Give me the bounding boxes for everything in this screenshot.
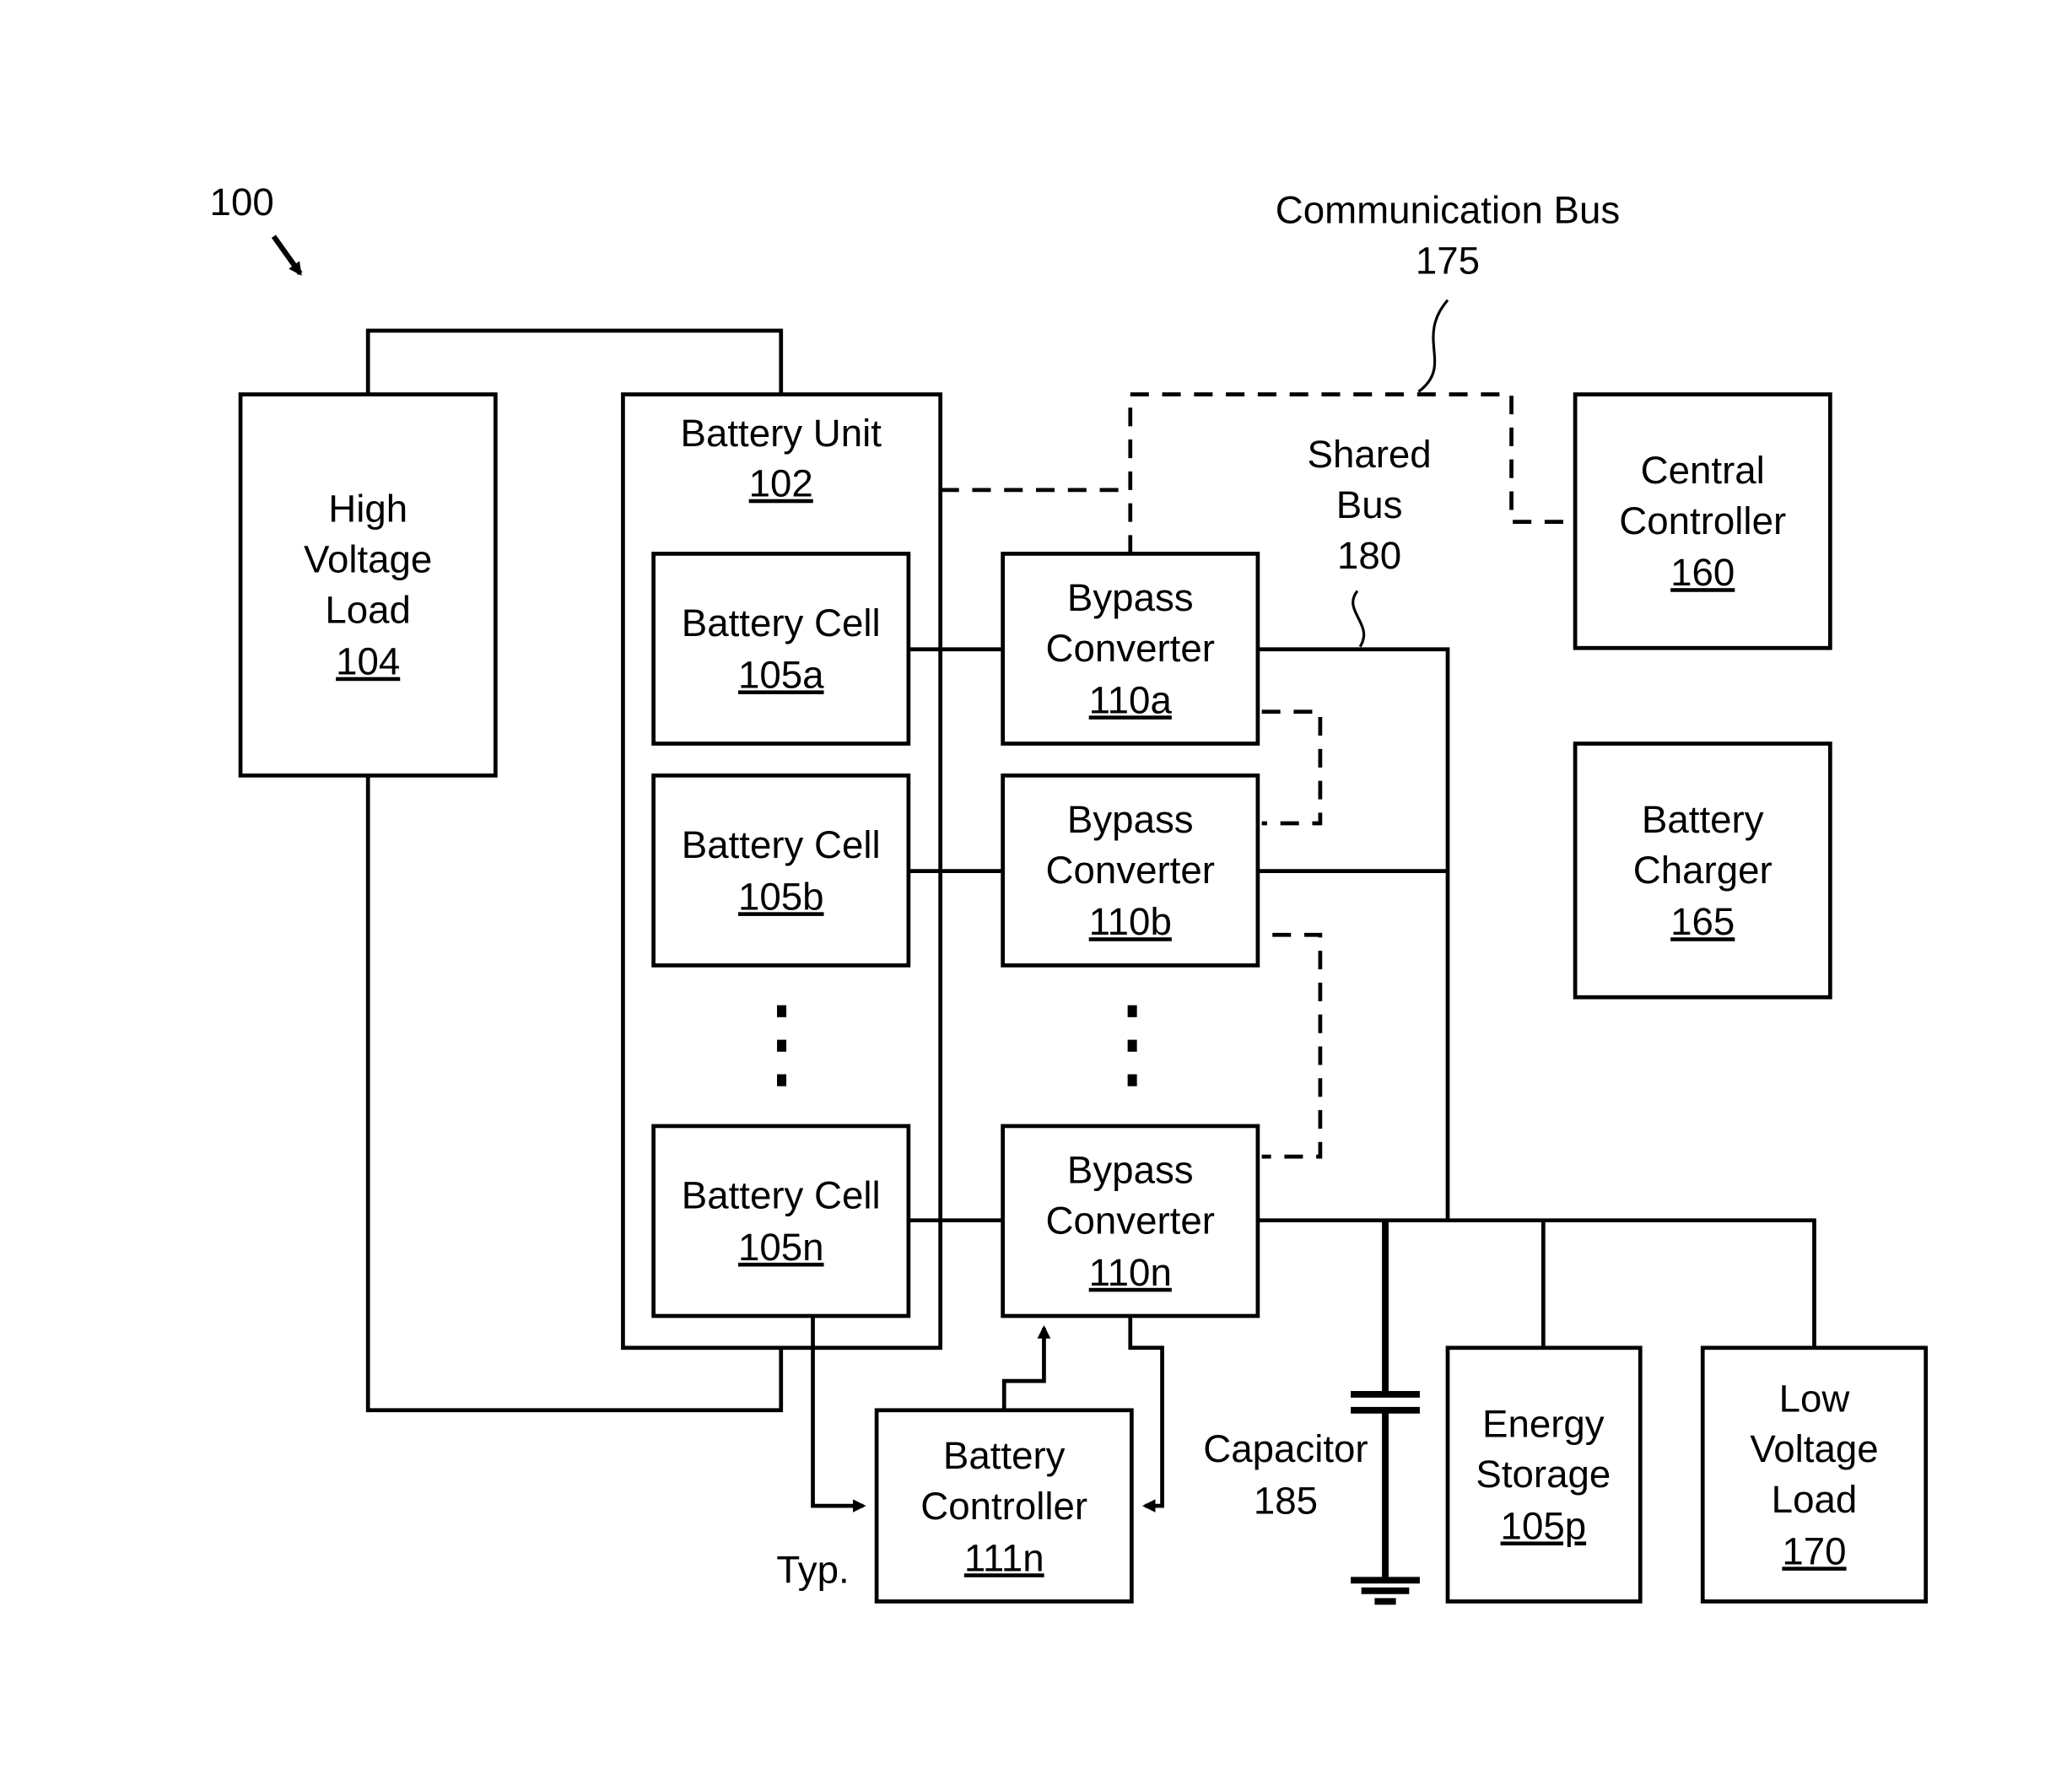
battery-unit-label: Battery Unit bbox=[681, 412, 882, 455]
lv-load-line2: Voltage bbox=[1750, 1427, 1878, 1470]
central-controller-line2: Controller bbox=[1619, 499, 1786, 542]
battery-unit-ref: 102 bbox=[749, 462, 813, 505]
battery-charger-line2: Charger bbox=[1633, 849, 1773, 892]
lv-load-ref: 170 bbox=[1782, 1529, 1846, 1572]
cell-n-ref: 105n bbox=[738, 1226, 824, 1269]
hv-load-line3: Load bbox=[325, 588, 411, 631]
hv-load-ref: 104 bbox=[336, 640, 400, 683]
bypass-converter-b: Bypass Converter 110b bbox=[1001, 773, 1260, 968]
battery-charger-ref: 165 bbox=[1670, 900, 1735, 943]
controller-to-converter-wire bbox=[1001, 1325, 1051, 1410]
high-voltage-load-block: High Voltage Load 104 bbox=[238, 392, 498, 778]
hv-load-line1: High bbox=[328, 488, 407, 531]
conv-n-ref: 110n bbox=[1089, 1251, 1172, 1294]
cell-a-label: Battery Cell bbox=[682, 601, 881, 644]
conv-b-line1: Bypass bbox=[1067, 798, 1194, 841]
bypass-converter-a: Bypass Converter 110a bbox=[1001, 552, 1260, 746]
energy-storage-ref: 105p bbox=[1501, 1504, 1587, 1547]
converter-ellipsis bbox=[1127, 1005, 1137, 1086]
capacitor-ref: 185 bbox=[1254, 1480, 1318, 1523]
central-controller-block: Central Controller 160 bbox=[1573, 392, 1832, 650]
energy-storage-block: Energy Storage 105p bbox=[1445, 1345, 1643, 1604]
cell-n-label: Battery Cell bbox=[682, 1174, 881, 1217]
conv-n-line2: Converter bbox=[1046, 1199, 1215, 1242]
central-controller-ref: 160 bbox=[1670, 551, 1735, 594]
cell-b-label: Battery Cell bbox=[682, 823, 881, 866]
figure-ref-arrow bbox=[271, 235, 303, 276]
battery-controller-ref: 111n bbox=[964, 1536, 1044, 1579]
conv-b-ref: 110b bbox=[1089, 900, 1172, 943]
typical-note: Typ. bbox=[776, 1548, 849, 1591]
comm-bus-b-n bbox=[1261, 932, 1323, 1159]
lv-load-line1: Low bbox=[1779, 1377, 1851, 1420]
conv-n-line1: Bypass bbox=[1067, 1149, 1194, 1192]
battery-controller-line2: Controller bbox=[920, 1485, 1087, 1528]
comm-bus-a-b bbox=[1261, 709, 1323, 826]
comm-bus-ref: 175 bbox=[1416, 239, 1480, 282]
shared-bus-line2: Bus bbox=[1336, 483, 1403, 526]
battery-cell-a: Battery Cell 105a bbox=[651, 552, 911, 746]
conv-a-line2: Converter bbox=[1046, 627, 1215, 670]
converter-to-controller-wire bbox=[1128, 1316, 1164, 1512]
hv-load-line2: Voltage bbox=[304, 537, 432, 580]
low-voltage-load-block: Low Voltage Load 170 bbox=[1700, 1345, 1929, 1604]
cell-b-ref: 105b bbox=[738, 875, 824, 918]
bypass-converter-n: Bypass Converter 110n bbox=[1001, 1124, 1260, 1318]
energy-storage-line2: Storage bbox=[1476, 1453, 1611, 1496]
conv-a-line1: Bypass bbox=[1067, 576, 1194, 619]
cell-a-ref: 105a bbox=[738, 653, 824, 696]
conv-a-ref: 110a bbox=[1089, 678, 1173, 721]
lv-load-line3: Load bbox=[1772, 1478, 1858, 1521]
battery-charger-line1: Battery bbox=[1642, 798, 1764, 841]
shared-bus-ref: 180 bbox=[1337, 534, 1401, 577]
hv-top-wire bbox=[365, 328, 784, 395]
shared-bus-leader bbox=[1352, 590, 1366, 648]
shared-bus-line1: Shared bbox=[1308, 433, 1432, 476]
battery-controller-line1: Battery bbox=[943, 1434, 1066, 1477]
low-voltage-bus-wire bbox=[1257, 1218, 1816, 1348]
comm-bus-leader bbox=[1417, 299, 1449, 393]
capacitor-label: Capacitor bbox=[1203, 1427, 1368, 1470]
system-diagram: 100 High Voltage Load 104 Battery Unit 1… bbox=[210, 181, 1929, 1605]
central-controller-line1: Central bbox=[1641, 449, 1765, 492]
figure-ref-label: 100 bbox=[210, 181, 274, 224]
battery-charger-block: Battery Charger 165 bbox=[1573, 741, 1832, 1000]
capacitor-symbol bbox=[1351, 1220, 1420, 1605]
battery-cell-n: Battery Cell 105n bbox=[651, 1124, 911, 1318]
battery-controller-block: Battery Controller 111n bbox=[874, 1408, 1134, 1604]
comm-bus-label: Communication Bus bbox=[1276, 188, 1620, 231]
battery-cell-b: Battery Cell 105b bbox=[651, 773, 911, 968]
energy-storage-line1: Energy bbox=[1482, 1402, 1605, 1445]
conv-b-line2: Converter bbox=[1046, 849, 1215, 892]
